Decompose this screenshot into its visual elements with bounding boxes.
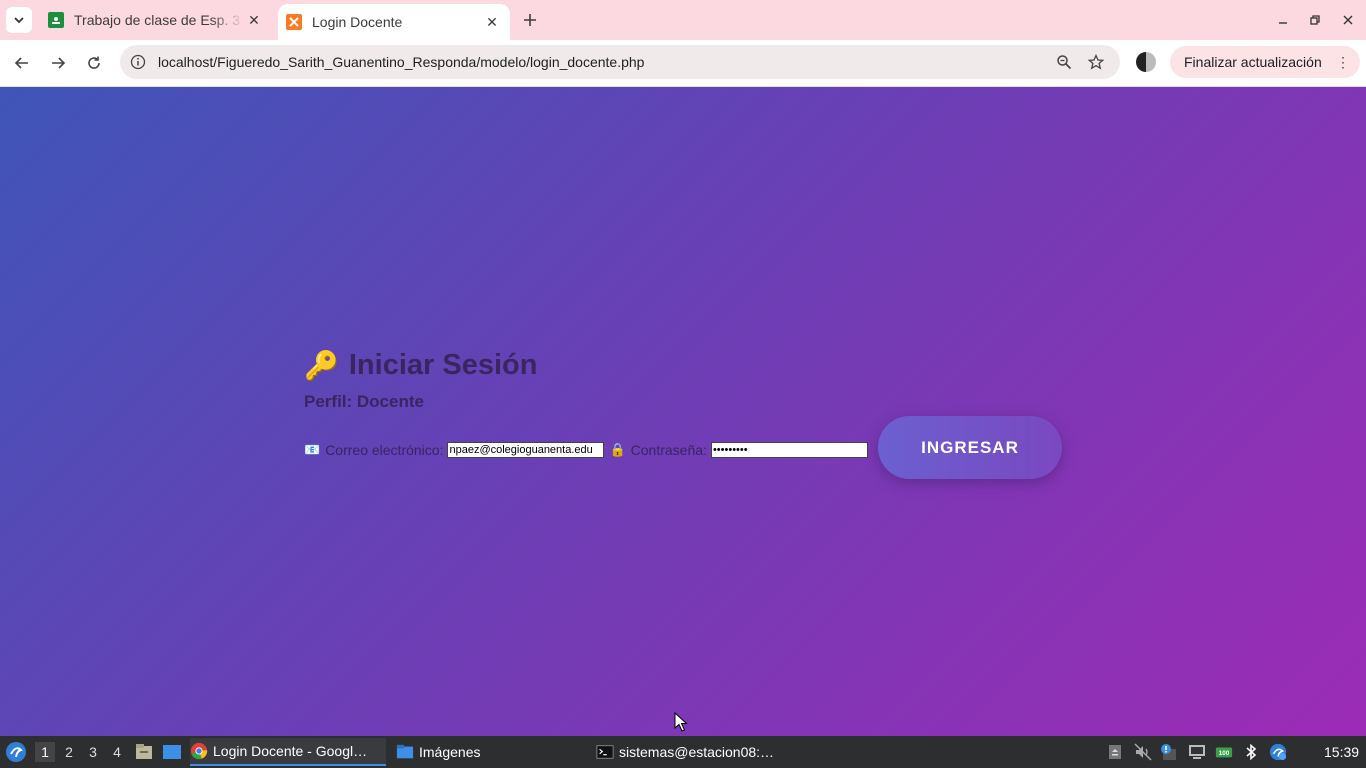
email-label: Correo electrónico:: [325, 442, 444, 458]
tray-clipboard[interactable]: [1106, 743, 1124, 761]
workspace-3[interactable]: 3: [83, 742, 103, 762]
desktop-icon: [163, 745, 181, 759]
password-field[interactable]: [710, 442, 868, 458]
new-tab-button[interactable]: [518, 8, 542, 32]
clock: 15:39: [1324, 744, 1360, 760]
update-button[interactable]: Finalizar actualización ⋮: [1170, 46, 1360, 78]
reload-icon: [88, 56, 100, 69]
email-field[interactable]: [447, 442, 605, 458]
chrome-icon: [190, 742, 208, 760]
classroom-icon: [48, 12, 64, 28]
battery-icon: 100: [1215, 747, 1233, 758]
tab-title: Trabajo de clase de Esp. 3: [74, 12, 241, 28]
browser-toolbar: localhost/Figueredo_Sarith_Guanentino_Re…: [0, 40, 1366, 87]
workspace-4[interactable]: 4: [107, 742, 127, 762]
submit-button[interactable]: INGRESAR: [878, 416, 1062, 479]
mouse-cursor-icon: [674, 712, 688, 732]
tray-volume[interactable]: [1134, 743, 1152, 761]
minimize-icon: [1279, 22, 1287, 24]
terminal-icon: [596, 745, 614, 759]
url-text: localhost/Figueredo_Sarith_Guanentino_Re…: [158, 54, 645, 70]
network-wired-icon: [1189, 745, 1205, 759]
site-info-icon[interactable]: [130, 54, 146, 70]
profile-avatar[interactable]: [1136, 52, 1156, 72]
close-window-button[interactable]: [1336, 8, 1360, 32]
update-notification-icon: [1161, 744, 1176, 760]
start-menu-button[interactable]: [5, 736, 27, 768]
file-manager-launcher[interactable]: [134, 736, 154, 768]
task-label: Imágenes: [419, 744, 481, 760]
tab-login-docente[interactable]: Login Docente ✕: [278, 4, 510, 40]
page-content: 🔑 Iniciar Sesión Perfil: Docente 📧 Corre…: [0, 87, 1366, 736]
task-imagenes[interactable]: Imágenes: [396, 738, 586, 766]
login-form: 📧 Correo electrónico: 🔒 Contraseña:: [304, 441, 868, 459]
tray-network[interactable]: [1188, 743, 1206, 761]
password-label: Contraseña:: [630, 442, 707, 458]
minimize-button[interactable]: [1271, 8, 1295, 32]
system-update-icon: [1269, 743, 1287, 761]
close-icon: [1343, 15, 1353, 25]
start-menu-icon: [6, 742, 26, 762]
arrow-right-icon: [52, 57, 66, 69]
xampp-icon: [286, 14, 302, 30]
taskbar: 1 2 3 4 Login Docente - Googl… Imágenes …: [0, 736, 1366, 768]
profile-label: Perfil: Docente: [304, 392, 424, 411]
tab-strip: Trabajo de clase de Esp. 3 ✕ Login Docen…: [0, 0, 1366, 40]
chevron-down-icon: [14, 17, 24, 24]
task-label: Login Docente - Googl…: [213, 743, 368, 759]
tray-updates[interactable]: [1159, 743, 1177, 761]
task-terminal[interactable]: sistemas@estacion08:…: [596, 738, 792, 766]
folder-icon: [396, 744, 414, 759]
workspace-2[interactable]: 2: [59, 742, 79, 762]
eject-icon: [1109, 745, 1121, 759]
close-icon[interactable]: ✕: [482, 12, 502, 32]
close-icon[interactable]: ✕: [244, 10, 264, 30]
tray-battery[interactable]: 100: [1215, 743, 1233, 761]
back-button[interactable]: [9, 50, 35, 76]
file-manager-icon: [136, 744, 152, 759]
tab-title: Login Docente: [312, 14, 403, 30]
tab-search-button[interactable]: [6, 7, 32, 33]
plus-icon: [524, 14, 536, 26]
task-label: sistemas@estacion08:…: [619, 744, 775, 760]
more-menu-icon[interactable]: ⋮: [1336, 54, 1350, 71]
volume-muted-icon: [1134, 743, 1152, 761]
bluetooth-icon: [1246, 743, 1257, 761]
restore-button[interactable]: [1303, 8, 1327, 32]
svg-text:100: 100: [1219, 750, 1230, 757]
login-heading: 🔑 Iniciar Sesión: [304, 349, 537, 382]
tray-bluetooth[interactable]: [1242, 743, 1260, 761]
lock-icon: 🔒: [609, 442, 626, 457]
update-button-label: Finalizar actualización: [1184, 54, 1322, 70]
login-title-text: Iniciar Sesión: [348, 349, 538, 381]
show-desktop-launcher[interactable]: [162, 736, 182, 768]
zoom-icon[interactable]: [1056, 54, 1072, 70]
tab-classroom[interactable]: Trabajo de clase de Esp. 3 ✕: [40, 6, 272, 34]
key-icon: 🔑: [304, 350, 339, 381]
restore-icon: [1310, 15, 1320, 25]
task-chrome[interactable]: Login Docente - Googl…: [190, 738, 386, 766]
address-bar[interactable]: localhost/Figueredo_Sarith_Guanentino_Re…: [120, 45, 1120, 79]
tray-update-manager[interactable]: [1269, 743, 1287, 761]
bookmark-star-icon[interactable]: [1088, 54, 1104, 70]
reload-button[interactable]: [81, 50, 107, 76]
forward-button[interactable]: [45, 50, 71, 76]
arrow-left-icon: [14, 57, 28, 69]
email-icon: 📧: [304, 442, 321, 457]
workspace-1[interactable]: 1: [35, 742, 55, 762]
